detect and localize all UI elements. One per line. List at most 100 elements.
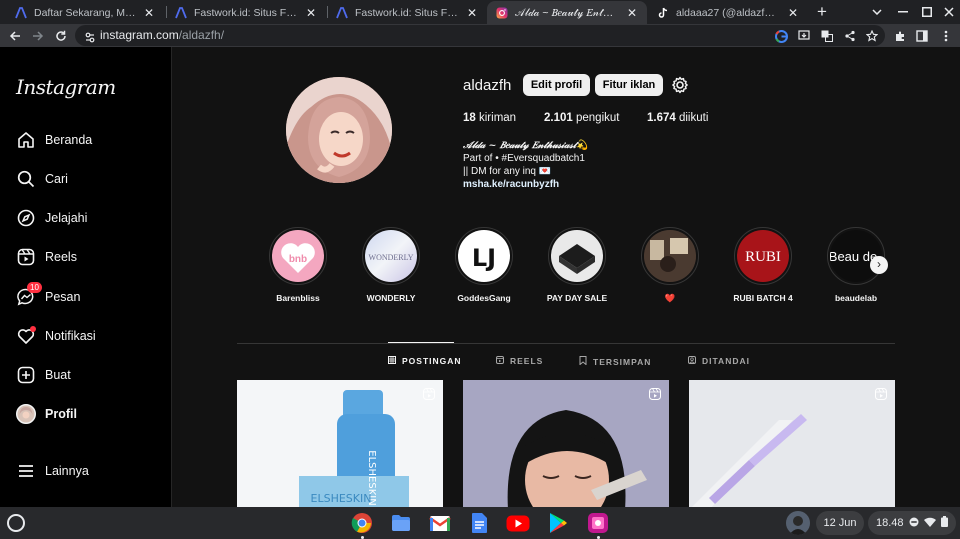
gallery-icon[interactable]: [586, 511, 610, 535]
account-avatar[interactable]: [786, 511, 810, 535]
sidebar-item-home[interactable]: Beranda: [16, 129, 92, 151]
sidebar-item-more[interactable]: Lainnya: [16, 460, 89, 482]
following-count[interactable]: 1.674 diikuti: [647, 112, 708, 124]
sidebar-item-messages[interactable]: 10 Pesan: [16, 282, 80, 308]
tab-saved[interactable]: TERSIMPAN: [579, 356, 651, 367]
tab-tagged[interactable]: DITANDAI: [688, 356, 750, 366]
chevron-right-icon: ›: [877, 257, 881, 271]
ad-tools-button[interactable]: Fitur iklan: [595, 74, 663, 96]
tab-reels[interactable]: REELS: [496, 356, 543, 366]
browser-tab[interactable]: aldaaa27 (@aldazfh_) | TikTok ✕: [648, 1, 808, 24]
browser-tab-active[interactable]: 𝒜𝓁𝒹𝒶 ~ 𝐵𝑒𝒶𝓊𝓉𝓎 𝐸𝓃𝓉𝒽𝓊𝓈𝒾𝒶𝓈𝓉💫 ✕: [487, 1, 647, 24]
sidebar-item-reels[interactable]: Reels: [16, 246, 77, 268]
date-pill[interactable]: 12 Jun: [816, 511, 864, 535]
highlight-item[interactable]: ❤️: [635, 227, 705, 304]
launcher-icon[interactable]: [7, 514, 25, 532]
gmail-icon[interactable]: [428, 511, 452, 535]
status-area[interactable]: 18.48: [868, 511, 956, 535]
sidebar-item-label: Reels: [45, 250, 77, 264]
highlight-item[interactable]: bnb Barenbliss: [263, 227, 333, 303]
sidebar-item-profile[interactable]: Profil: [16, 403, 77, 425]
chrome-icon[interactable]: [350, 511, 374, 535]
side-panel-icon[interactable]: [911, 25, 933, 46]
share-icon[interactable]: [841, 27, 859, 45]
minimize-icon[interactable]: [894, 2, 912, 22]
instagram-icon: [495, 6, 509, 20]
tab-posts[interactable]: POSTINGAN: [388, 356, 462, 366]
highlight-item[interactable]: PAY DAY SALE: [542, 227, 612, 303]
browser-tab[interactable]: Daftar Sekarang, Mulai Kebebasan ✕: [6, 1, 164, 24]
highlight-item[interactable]: WONDERLY WONDERLY: [356, 227, 426, 303]
svg-text:LJ: LJ: [472, 244, 496, 272]
menu-icon: [16, 461, 36, 481]
active-tab-indicator: [388, 342, 454, 343]
highlight-label: beaudelab: [834, 293, 878, 303]
post-thumbnail[interactable]: ELSHESKIN ELSHESKIN: [237, 380, 443, 507]
bio-line: || DM for any inq 💌: [463, 166, 552, 177]
close-tab-icon[interactable]: ✕: [142, 6, 156, 20]
extensions-icon[interactable]: [889, 25, 911, 46]
browser-menu-icon[interactable]: [935, 25, 957, 46]
profile-bio: 𝒜𝓁𝒹𝒶 ~ 𝐵𝑒𝒶𝓊𝓉𝓎 𝐸𝓃𝓉𝒽𝓊𝓈𝒾𝒶𝓈𝓉💫 Part of • #Eve…: [463, 139, 588, 191]
posts-count: 18 kiriman: [463, 112, 517, 124]
tab-title: aldaaa27 (@aldazfh_) | TikTok: [676, 6, 780, 19]
bio-link[interactable]: msha.ke/racunbyzfh: [463, 178, 588, 191]
url-text: instagram.com/aldazfh/: [100, 28, 225, 42]
post-thumbnail[interactable]: [463, 380, 669, 507]
reload-icon[interactable]: [50, 25, 72, 46]
tab-title: Fastwork.id: Situs Freelance O...: [355, 6, 459, 19]
close-tab-icon[interactable]: ✕: [304, 6, 318, 20]
browser-tab[interactable]: Fastwork.id: Situs Freelance O... ✕: [166, 1, 326, 24]
close-tab-icon[interactable]: ✕: [625, 6, 639, 20]
sidebar-item-label: Jelajahi: [45, 211, 88, 225]
notification-badge: 10: [27, 282, 42, 293]
maximize-icon[interactable]: [918, 2, 936, 22]
highlight-cover: bnb: [272, 230, 324, 282]
new-tab-button[interactable]: +: [812, 2, 832, 22]
svg-text:bnb: bnb: [289, 254, 307, 265]
docs-icon[interactable]: [467, 511, 491, 535]
post-thumbnail[interactable]: [689, 380, 895, 507]
forward-icon[interactable]: [27, 25, 49, 46]
highlight-item[interactable]: RUBI RUBI BATCH 4: [728, 227, 798, 303]
highlights-next-button[interactable]: ›: [870, 256, 888, 274]
close-window-icon[interactable]: [940, 2, 958, 22]
back-icon[interactable]: [4, 25, 26, 46]
sidebar-item-explore[interactable]: Jelajahi: [16, 207, 87, 229]
youtube-icon[interactable]: [506, 511, 530, 535]
address-bar[interactable]: instagram.com/aldazfh/: [75, 25, 885, 46]
messenger-icon: 10: [16, 282, 42, 307]
close-tab-icon[interactable]: ✕: [465, 6, 479, 20]
followers-count[interactable]: 2.101 pengikut: [544, 112, 619, 124]
highlight-item[interactable]: LJ GoddesGang: [449, 227, 519, 303]
translate-icon[interactable]: [818, 27, 836, 45]
profile-avatar[interactable]: [286, 77, 392, 183]
tab-search-icon[interactable]: [868, 2, 886, 22]
sidebar-item-search[interactable]: Cari: [16, 168, 68, 190]
wifi-icon: [923, 517, 936, 530]
files-icon[interactable]: [389, 511, 413, 535]
svg-text:WONDERLY: WONDERLY: [369, 253, 414, 262]
play-store-icon[interactable]: [546, 511, 570, 535]
reel-indicator-icon: [875, 387, 887, 405]
sidebar-item-create[interactable]: Buat: [16, 364, 71, 386]
svg-text:RUBI: RUBI: [745, 249, 781, 265]
sidebar-item-notifications[interactable]: Notifikasi: [16, 325, 96, 347]
instagram-page: Instagram Beranda Cari Jelajahi Reels 10…: [0, 47, 960, 507]
instagram-logo[interactable]: Instagram: [16, 75, 116, 99]
install-app-icon[interactable]: [795, 27, 813, 45]
bio-line: Part of • #Eversquadbatch1: [463, 153, 585, 164]
close-tab-icon[interactable]: ✕: [786, 6, 800, 20]
heart-icon: [16, 326, 36, 346]
settings-gear-icon[interactable]: [671, 76, 689, 99]
browser-tab[interactable]: Fastwork.id: Situs Freelance O... ✕: [327, 1, 487, 24]
highlight-label: PAY DAY SALE: [546, 293, 608, 303]
site-info-icon[interactable]: [85, 30, 95, 48]
svg-text:ELSHESKIN: ELSHESKIN: [311, 492, 372, 505]
tab-title: Fastwork.id: Situs Freelance O...: [194, 6, 298, 19]
google-icon[interactable]: [772, 27, 790, 45]
bookmark-star-icon[interactable]: [863, 27, 881, 45]
highlight-label: RUBI BATCH 4: [733, 293, 793, 303]
edit-profile-button[interactable]: Edit profil: [523, 74, 590, 96]
grid-icon: [388, 356, 396, 366]
